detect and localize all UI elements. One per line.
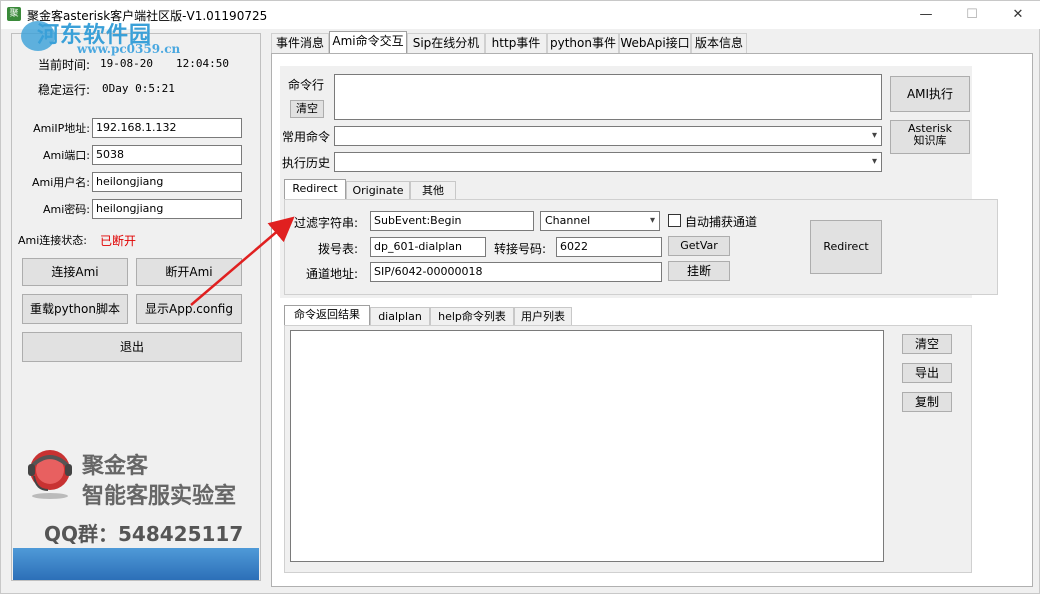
app-window: 聚 聚金客asterisk客户端社区版-V1.01190725 — ☐ ✕ 当前…	[0, 0, 1040, 594]
annotation-arrow-icon	[190, 216, 295, 306]
